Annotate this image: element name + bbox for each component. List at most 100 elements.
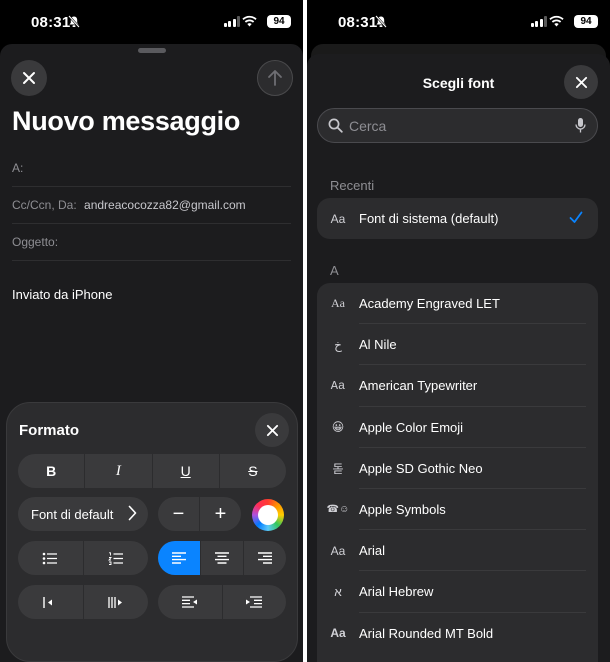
align-center-icon	[215, 552, 229, 564]
font-row[interactable]: 돋 Apple SD Gothic Neo	[317, 448, 598, 490]
to-field[interactable]: A:	[12, 150, 291, 187]
close-picker-button[interactable]	[564, 65, 598, 99]
recent-font-row[interactable]: Aa Font di sistema (default)	[317, 198, 598, 239]
strikethrough-button[interactable]: S	[220, 454, 286, 488]
bell-slash-icon	[375, 15, 387, 28]
increase-size-button[interactable]: +	[200, 497, 241, 531]
cc-label: Cc/Ccn, Da:	[12, 198, 77, 212]
font-row[interactable]: ☎☺ Apple Symbols	[317, 489, 598, 531]
plus-icon: +	[214, 502, 227, 525]
block-increase-icon	[108, 596, 122, 608]
search-icon	[328, 118, 343, 133]
decrease-block-button[interactable]	[18, 585, 84, 619]
signature-text[interactable]: Inviato da iPhone	[12, 287, 112, 302]
list-style-segment	[18, 541, 148, 575]
subject-field[interactable]: Oggetto:	[12, 224, 291, 261]
underline-label: U	[180, 463, 191, 479]
chevron-right-icon	[128, 505, 137, 521]
arrow-up-icon	[268, 70, 282, 86]
alignment-segment	[158, 541, 286, 575]
align-center-button[interactable]	[201, 541, 244, 575]
indent-button[interactable]	[223, 585, 287, 619]
status-bar: 08:31 94	[0, 0, 303, 44]
block-decrease-icon	[43, 596, 53, 608]
align-right-icon	[258, 552, 272, 564]
outdent-button[interactable]	[158, 585, 223, 619]
font-name: Arial Rounded MT Bold	[359, 625, 494, 641]
battery-indicator: 94	[574, 15, 598, 28]
font-preview: Aa	[331, 296, 345, 311]
font-preview: Aa	[330, 626, 346, 641]
wifi-icon	[242, 15, 257, 27]
numbered-list-button[interactable]	[84, 541, 149, 575]
sheet-grabber[interactable]	[138, 48, 166, 53]
numbered-list-icon	[107, 551, 123, 565]
status-time: 08:31	[31, 14, 71, 31]
font-row[interactable]: Aa Arial	[317, 530, 598, 572]
font-row[interactable]: Aa American Typewriter	[317, 365, 598, 407]
bulleted-list-button[interactable]	[18, 541, 84, 575]
format-panel: Formato B I U S Font di default − +	[6, 402, 298, 662]
font-row[interactable]: Aa Academy Engraved LET	[317, 283, 598, 325]
block-indent-segment	[18, 585, 148, 619]
close-icon	[575, 76, 587, 88]
decrease-size-button[interactable]: −	[158, 497, 200, 531]
font-row[interactable]: خ Al Nile	[317, 324, 598, 366]
color-picker-button[interactable]	[252, 499, 284, 531]
font-button-label: Font di default	[31, 506, 114, 522]
font-name: Arial	[359, 543, 386, 559]
text-style-segment: B I U S	[18, 454, 286, 488]
format-close-button[interactable]	[255, 413, 289, 447]
italic-button[interactable]: I	[85, 454, 153, 488]
font-name: Apple SD Gothic Neo	[359, 460, 483, 476]
bell-slash-icon	[68, 15, 80, 28]
section-a-header: A	[330, 263, 339, 278]
font-preview: ☎☺	[326, 504, 350, 516]
compose-screen: 08:31 94 Nuovo messaggio A: Cc/Ccn, Da: …	[0, 0, 303, 662]
signal-icon	[223, 16, 240, 27]
font-row[interactable]: 😀 Apple Color Emoji	[317, 407, 598, 448]
checkmark-icon	[569, 211, 583, 223]
italic-label: I	[115, 462, 121, 479]
microphone-icon[interactable]	[575, 117, 586, 134]
font-preview: خ	[334, 337, 342, 352]
compose-sheet: Nuovo messaggio A: Cc/Ccn, Da: andreacoc…	[0, 44, 303, 662]
font-preview: Aa	[330, 543, 346, 558]
minus-icon: −	[172, 502, 185, 525]
font-preview: Aa	[330, 211, 346, 226]
align-right-button[interactable]	[244, 541, 286, 575]
send-button[interactable]	[257, 60, 293, 96]
indent-segment	[158, 585, 286, 619]
outdent-icon	[181, 596, 197, 608]
font-selector-button[interactable]: Font di default	[18, 497, 148, 531]
close-icon	[23, 72, 35, 84]
font-name: Academy Engraved LET	[359, 296, 500, 312]
font-preview: 돋	[332, 461, 344, 476]
font-name: Al Nile	[359, 337, 397, 353]
signal-icon	[530, 16, 547, 27]
font-name: Apple Symbols	[359, 502, 446, 518]
font-name: Font di sistema (default)	[359, 211, 499, 227]
font-preview: Aa	[330, 378, 346, 393]
increase-block-button[interactable]	[84, 585, 149, 619]
cc-from-field[interactable]: Cc/Ccn, Da: andreacocozza82@gmail.com	[12, 187, 291, 224]
font-name: American Typewriter	[359, 378, 478, 394]
search-field[interactable]: Cerca	[317, 108, 598, 143]
recents-header: Recenti	[330, 178, 375, 193]
align-left-icon	[172, 552, 186, 564]
font-size-segment: − +	[158, 497, 241, 531]
format-title: Formato	[19, 422, 79, 439]
bold-button[interactable]: B	[18, 454, 86, 488]
align-left-button[interactable]	[158, 541, 201, 575]
search-input[interactable]: Cerca	[349, 118, 386, 134]
font-name: Apple Color Emoji	[359, 419, 464, 435]
font-row[interactable]: Aa Arial Rounded MT Bold	[317, 613, 598, 654]
discard-button[interactable]	[11, 60, 47, 96]
bold-label: B	[46, 463, 57, 479]
status-time: 08:31	[338, 14, 378, 31]
wifi-icon	[549, 15, 564, 27]
font-row[interactable]: א Arial Hebrew	[317, 571, 598, 613]
underline-button[interactable]: U	[153, 454, 220, 488]
page-title: Nuovo messaggio	[12, 106, 241, 136]
font-name: Arial Hebrew	[359, 584, 434, 600]
